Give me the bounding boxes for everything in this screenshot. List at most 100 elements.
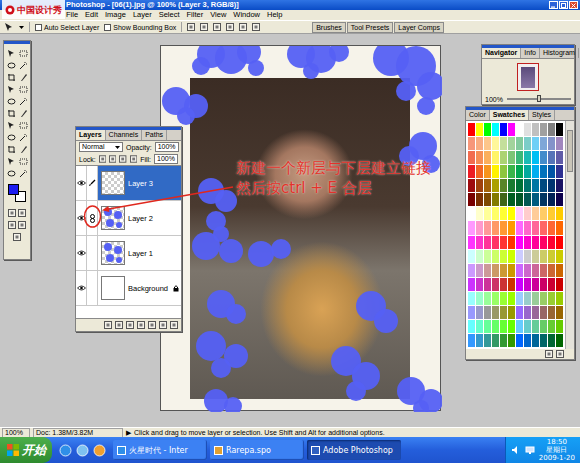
shape-tool[interactable]: [17, 143, 29, 155]
link-layers-icon[interactable]: [104, 321, 112, 329]
clock[interactable]: 18:50星期日2009-1-20: [539, 438, 575, 462]
option-checkbox[interactable]: Show Bounding Box: [104, 24, 176, 31]
status-menu-arrow[interactable]: ▶: [126, 429, 131, 437]
swatch[interactable]: [500, 137, 507, 150]
swatch[interactable]: [548, 179, 555, 192]
swatch[interactable]: [508, 236, 515, 249]
swatch[interactable]: [492, 193, 499, 206]
swatch[interactable]: [516, 264, 523, 277]
swatch[interactable]: [516, 179, 523, 192]
swatch[interactable]: [500, 292, 507, 305]
swatch[interactable]: [508, 193, 515, 206]
swatch[interactable]: [548, 278, 555, 291]
palette-well-tab[interactable]: Brushes: [312, 22, 346, 33]
swatch[interactable]: [492, 278, 499, 291]
eye-icon[interactable]: [77, 180, 86, 186]
swatch[interactable]: [556, 306, 563, 319]
menu-item[interactable]: File: [66, 10, 78, 20]
swatch[interactable]: [516, 334, 523, 347]
swatch[interactable]: [532, 278, 539, 291]
dodge-tool[interactable]: [17, 119, 29, 131]
layer-name[interactable]: Layer 1: [128, 249, 171, 258]
full-screen-icon[interactable]: [18, 221, 26, 229]
menu-item[interactable]: View: [210, 10, 226, 20]
swatch[interactable]: [540, 320, 547, 333]
swatch[interactable]: [516, 250, 523, 263]
swatch[interactable]: [532, 250, 539, 263]
quick-mask-icon[interactable]: [18, 209, 26, 217]
swatch[interactable]: [540, 250, 547, 263]
swatch[interactable]: [556, 250, 563, 263]
fill-field[interactable]: 100%: [154, 154, 178, 164]
panel-tab[interactable]: Info: [521, 48, 540, 58]
zoom-value[interactable]: 100%: [485, 96, 503, 103]
swatch[interactable]: [548, 236, 555, 249]
palette-well-tab[interactable]: Layer Comps: [394, 22, 444, 33]
swatch[interactable]: [524, 250, 531, 263]
swatch[interactable]: [492, 221, 499, 234]
close-button[interactable]: [569, 1, 578, 9]
visibility-toggle[interactable]: [76, 201, 87, 235]
swatch[interactable]: [540, 123, 547, 136]
swatch[interactable]: [532, 292, 539, 305]
swatch[interactable]: [524, 221, 531, 234]
swatch[interactable]: [540, 264, 547, 277]
swatch[interactable]: [556, 264, 563, 277]
swatch[interactable]: [540, 292, 547, 305]
swatch[interactable]: [484, 193, 491, 206]
scroll-thumb[interactable]: [567, 130, 573, 172]
swatch[interactable]: [556, 320, 563, 333]
swatch[interactable]: [532, 179, 539, 192]
new-layer-icon[interactable]: [159, 321, 167, 329]
checkbox[interactable]: [104, 24, 111, 31]
swatch[interactable]: [548, 264, 555, 277]
path-select-tool[interactable]: [5, 131, 17, 143]
swatch[interactable]: [476, 334, 483, 347]
swatch[interactable]: [532, 320, 539, 333]
swatch[interactable]: [492, 236, 499, 249]
magic-wand-tool[interactable]: [17, 59, 29, 71]
swatch[interactable]: [476, 123, 483, 136]
swatch[interactable]: [516, 137, 523, 150]
swatch[interactable]: [516, 165, 523, 178]
swatch[interactable]: [524, 123, 531, 136]
swatch[interactable]: [540, 306, 547, 319]
swatch[interactable]: [532, 137, 539, 150]
swatch[interactable]: [556, 137, 563, 150]
swatch[interactable]: [532, 207, 539, 220]
option-checkbox[interactable]: Auto Select Layer: [35, 24, 99, 31]
menu-item[interactable]: Edit: [85, 10, 98, 20]
swatch[interactable]: [468, 221, 475, 234]
swatch[interactable]: [548, 123, 555, 136]
eyedropper-tool[interactable]: [17, 155, 29, 167]
swatch[interactable]: [508, 151, 515, 164]
swatch[interactable]: [492, 207, 499, 220]
swatch[interactable]: [532, 236, 539, 249]
swatch[interactable]: [484, 151, 491, 164]
swatch[interactable]: [524, 165, 531, 178]
align-center-icon[interactable]: [239, 23, 247, 31]
swatch[interactable]: [508, 221, 515, 234]
align-top-icon[interactable]: [187, 23, 195, 31]
swatch[interactable]: [484, 250, 491, 263]
swatch[interactable]: [468, 137, 475, 150]
layer-style-icon[interactable]: [115, 321, 123, 329]
swatch[interactable]: [468, 306, 475, 319]
swatch[interactable]: [508, 292, 515, 305]
swatch[interactable]: [476, 151, 483, 164]
swatch[interactable]: [468, 334, 475, 347]
layer-name[interactable]: Layer 2: [128, 214, 171, 223]
swatch[interactable]: [468, 179, 475, 192]
swatch[interactable]: [468, 320, 475, 333]
screen-mode-icon[interactable]: [8, 221, 16, 229]
swatch[interactable]: [468, 250, 475, 263]
swatch[interactable]: [532, 221, 539, 234]
swatch[interactable]: [476, 207, 483, 220]
swatch[interactable]: [476, 221, 483, 234]
browser-icon[interactable]: [59, 444, 72, 457]
swatch[interactable]: [484, 165, 491, 178]
swatch[interactable]: [532, 264, 539, 277]
swatch[interactable]: [516, 236, 523, 249]
swatch[interactable]: [540, 151, 547, 164]
swatch[interactable]: [516, 221, 523, 234]
